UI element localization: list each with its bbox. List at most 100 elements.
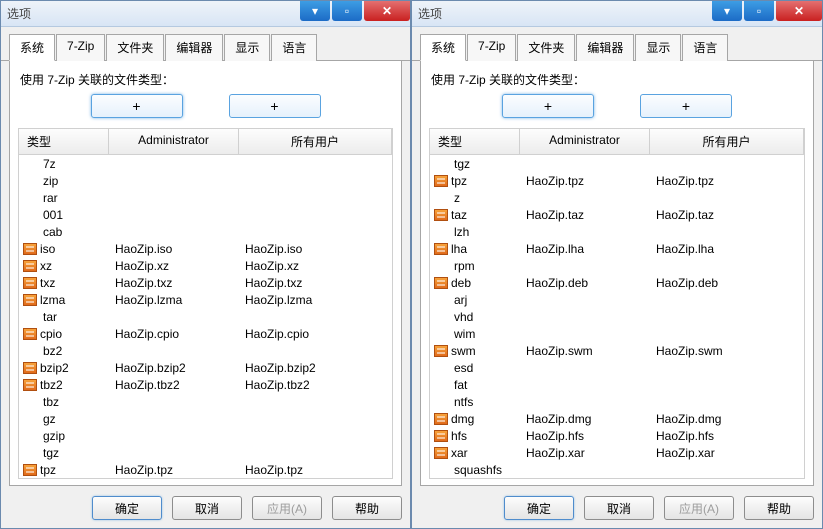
column-allusers[interactable]: 所有用户 (239, 129, 392, 154)
archive-icon (434, 243, 448, 255)
table-row[interactable]: rar (19, 189, 392, 206)
table-row[interactable]: cab (19, 223, 392, 240)
type-label: squashfs (454, 463, 502, 477)
minimize-button[interactable]: ▾ (712, 1, 742, 21)
file-type-list-scroll[interactable]: 类型 Administrator 所有用户 7zziprar001cabisoH… (19, 129, 392, 478)
column-type[interactable]: 类型 (19, 129, 109, 154)
ok-button[interactable]: 确定 (504, 496, 574, 520)
type-label: bzip2 (40, 361, 69, 375)
table-row[interactable]: swmHaoZip.swmHaoZip.swm (430, 342, 804, 359)
tab-显示[interactable]: 显示 (635, 34, 681, 61)
table-row[interactable]: 7z (19, 155, 392, 172)
blank-icon (434, 158, 451, 170)
cancel-button[interactable]: 取消 (584, 496, 654, 520)
allusers-value: HaoZip.xz (239, 259, 392, 273)
table-row[interactable]: squashfs (430, 461, 804, 478)
close-button[interactable]: ✕ (364, 1, 410, 21)
admin-value: HaoZip.taz (520, 208, 650, 222)
help-button[interactable]: 帮助 (744, 496, 814, 520)
minimize-button[interactable]: ▾ (300, 1, 330, 21)
table-row[interactable]: hfsHaoZip.hfsHaoZip.hfs (430, 427, 804, 444)
table-row[interactable]: lzmaHaoZip.lzmaHaoZip.lzma (19, 291, 392, 308)
table-row[interactable]: z (430, 189, 804, 206)
blank-icon (23, 345, 40, 357)
table-row[interactable]: tpzHaoZip.tpzHaoZip.tpz (19, 461, 392, 478)
allusers-value: HaoZip.taz (650, 208, 804, 222)
tab-语言[interactable]: 语言 (271, 34, 317, 61)
tab-系统[interactable]: 系统 (420, 34, 466, 61)
tab-编辑器[interactable]: 编辑器 (165, 34, 223, 61)
table-row[interactable]: xzHaoZip.xzHaoZip.xz (19, 257, 392, 274)
table-row[interactable]: esd (430, 359, 804, 376)
table-row[interactable]: tbz2HaoZip.tbz2HaoZip.tbz2 (19, 376, 392, 393)
table-row[interactable]: isoHaoZip.isoHaoZip.iso (19, 240, 392, 257)
table-row[interactable]: lzh (430, 223, 804, 240)
table-row[interactable]: cpioHaoZip.cpioHaoZip.cpio (19, 325, 392, 342)
table-row[interactable]: ntfs (430, 393, 804, 410)
column-admin[interactable]: Administrator (109, 129, 239, 154)
table-row[interactable]: dmgHaoZip.dmgHaoZip.dmg (430, 410, 804, 427)
table-row[interactable]: 001 (19, 206, 392, 223)
cancel-button[interactable]: 取消 (172, 496, 242, 520)
table-row[interactable]: gz (19, 410, 392, 427)
type-label: txz (40, 276, 55, 290)
table-row[interactable]: tpzHaoZip.tpzHaoZip.tpz (430, 172, 804, 189)
table-row[interactable]: debHaoZip.debHaoZip.deb (430, 274, 804, 291)
tab-系统[interactable]: 系统 (9, 34, 55, 61)
tab-文件夹[interactable]: 文件夹 (517, 34, 575, 61)
add-allusers-button[interactable]: + (229, 94, 321, 118)
table-row[interactable]: gzip (19, 427, 392, 444)
table-row[interactable]: zip (19, 172, 392, 189)
table-row[interactable]: rpm (430, 257, 804, 274)
apply-button[interactable]: 应用(A) (252, 496, 322, 520)
allusers-value: HaoZip.xar (650, 446, 804, 460)
column-type[interactable]: 类型 (430, 129, 520, 154)
table-row[interactable]: tgz (19, 444, 392, 461)
file-type-list: 类型 Administrator 所有用户 tgztpzHaoZip.tpzHa… (429, 128, 805, 479)
archive-icon (434, 345, 448, 357)
tab-7-Zip[interactable]: 7-Zip (467, 34, 516, 61)
close-button[interactable]: ✕ (776, 1, 822, 21)
add-admin-button[interactable]: + (91, 94, 183, 118)
table-row[interactable]: tgz (430, 155, 804, 172)
table-row[interactable]: arj (430, 291, 804, 308)
table-row[interactable]: tazHaoZip.tazHaoZip.taz (430, 206, 804, 223)
column-allusers[interactable]: 所有用户 (650, 129, 804, 154)
ok-button[interactable]: 确定 (92, 496, 162, 520)
maximize-button[interactable]: ▫ (744, 1, 774, 21)
list-header: 类型 Administrator 所有用户 (19, 129, 392, 155)
options-window-right: 选项 ▾ ▫ ✕ 系统7-Zip文件夹编辑器显示语言 使用 7-Zip 关联的文… (411, 0, 823, 529)
table-row[interactable]: tar (19, 308, 392, 325)
tab-编辑器[interactable]: 编辑器 (576, 34, 634, 61)
table-row[interactable]: vhd (430, 308, 804, 325)
archive-icon (434, 430, 448, 442)
table-row[interactable]: fat (430, 376, 804, 393)
table-row[interactable]: tbz (19, 393, 392, 410)
table-row[interactable]: xarHaoZip.xarHaoZip.xar (430, 444, 804, 461)
table-row[interactable]: txzHaoZip.txzHaoZip.txz (19, 274, 392, 291)
blank-icon (23, 209, 40, 221)
table-row[interactable]: bz2 (19, 342, 392, 359)
table-row[interactable]: wim (430, 325, 804, 342)
archive-icon (23, 328, 37, 340)
table-row[interactable]: lhaHaoZip.lhaHaoZip.lha (430, 240, 804, 257)
blank-icon (23, 311, 40, 323)
type-label: zip (43, 174, 58, 188)
tab-文件夹[interactable]: 文件夹 (106, 34, 164, 61)
table-row[interactable]: bzip2HaoZip.bzip2HaoZip.bzip2 (19, 359, 392, 376)
add-admin-button[interactable]: + (502, 94, 594, 118)
tab-语言[interactable]: 语言 (682, 34, 728, 61)
type-label: iso (40, 242, 55, 256)
column-admin[interactable]: Administrator (520, 129, 650, 154)
help-button[interactable]: 帮助 (332, 496, 402, 520)
type-label: bz2 (43, 344, 62, 358)
tab-content: 使用 7-Zip 关联的文件类型： + + 类型 Administrator 所… (420, 61, 814, 486)
add-allusers-button[interactable]: + (640, 94, 732, 118)
type-label: rar (43, 191, 58, 205)
file-type-list-scroll[interactable]: 类型 Administrator 所有用户 tgztpzHaoZip.tpzHa… (430, 129, 804, 478)
maximize-button[interactable]: ▫ (332, 1, 362, 21)
tab-content: 使用 7-Zip 关联的文件类型： + + 类型 Administrator 所… (9, 61, 402, 486)
tab-7-Zip[interactable]: 7-Zip (56, 34, 105, 61)
tab-显示[interactable]: 显示 (224, 34, 270, 61)
apply-button[interactable]: 应用(A) (664, 496, 734, 520)
